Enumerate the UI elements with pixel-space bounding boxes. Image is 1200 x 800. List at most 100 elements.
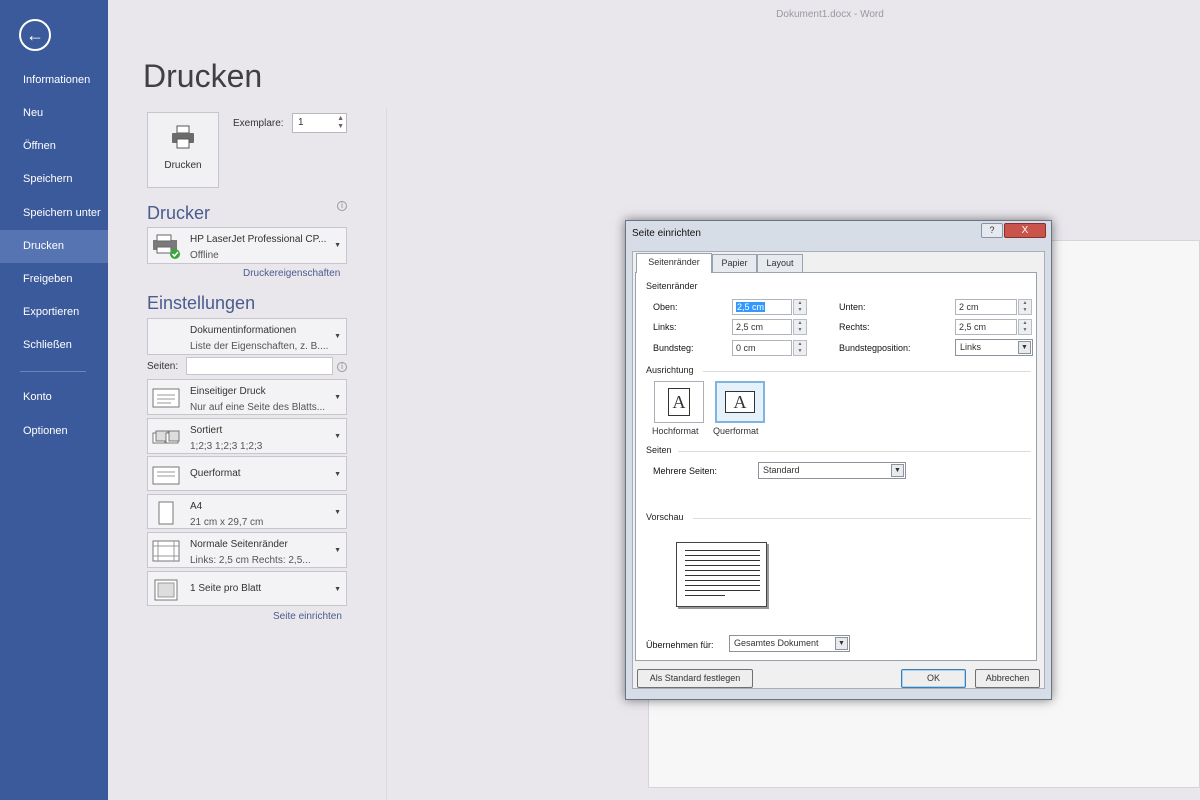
orientation-dropdown[interactable]: Querformat ▼ bbox=[147, 456, 347, 491]
landscape-icon bbox=[151, 463, 181, 487]
nav-item-exportieren[interactable]: Exportieren bbox=[0, 296, 108, 329]
bottom-margin-spinner[interactable]: ▲ ▼ bbox=[1018, 299, 1032, 315]
document-info-dropdown[interactable]: Dokumentinformationen Liste der Eigensch… bbox=[147, 318, 347, 355]
gutter-position-label: Bundstegposition: bbox=[839, 343, 911, 353]
left-margin-spinner[interactable]: ▲ ▼ bbox=[793, 319, 807, 335]
apply-to-value: Gesamtes Dokument bbox=[734, 638, 819, 648]
dropdown-title: Normale Seitenränder bbox=[190, 539, 288, 550]
nav-item-speichern[interactable]: Speichern bbox=[0, 163, 108, 196]
dropdown-arrow-icon: ▼ bbox=[1018, 341, 1031, 354]
page-title: Drucken bbox=[143, 58, 263, 94]
copies-stepper[interactable]: 1 ▲ ▼ bbox=[292, 113, 347, 133]
paper-size-dropdown[interactable]: A4 21 cm x 29,7 cm ▼ bbox=[147, 494, 347, 529]
preview-line bbox=[685, 560, 760, 561]
pages-group-label: Seiten bbox=[646, 445, 672, 455]
tab-papier[interactable]: Papier bbox=[712, 254, 757, 273]
printer-icon bbox=[170, 125, 196, 154]
back-arrow-icon[interactable]: ← bbox=[19, 19, 51, 51]
left-margin-field[interactable]: 2,5 cm bbox=[732, 319, 792, 335]
duplex-dropdown[interactable]: Einseitiger Druck Nur auf eine Seite des… bbox=[147, 379, 347, 415]
page-setup-dialog: Seite einrichten ? X Seitenränder Papier… bbox=[625, 220, 1052, 700]
info-icon[interactable]: i bbox=[337, 201, 347, 211]
top-margin-field[interactable]: 2,5 cm bbox=[732, 299, 792, 315]
nav-item-speichern-unter[interactable]: Speichern unter bbox=[0, 197, 108, 230]
landscape-label: Querformat bbox=[713, 426, 759, 436]
dropdown-title: 1 Seite pro Blatt bbox=[190, 583, 262, 594]
left-margin-label: Links: bbox=[653, 322, 677, 332]
printer-dropdown[interactable]: HP LaserJet Professional CP... Offline ▼ bbox=[147, 227, 347, 264]
nav-item-konto[interactable]: Konto bbox=[0, 381, 108, 414]
dropdown-arrow-icon: ▼ bbox=[334, 433, 341, 440]
portrait-label: Hochformat bbox=[652, 426, 699, 436]
panel-divider bbox=[386, 108, 387, 800]
gutter-position-value: Links bbox=[960, 342, 982, 352]
dropdown-title: A4 bbox=[190, 501, 203, 512]
nav-item-schliessen[interactable]: Schließen bbox=[0, 329, 108, 362]
portrait-option[interactable]: A bbox=[654, 381, 704, 423]
apply-to-select[interactable]: Gesamtes Dokument ▼ bbox=[729, 635, 850, 652]
set-default-button[interactable]: Als Standard festlegen bbox=[637, 669, 753, 688]
margins-group-label: Seitenränder bbox=[646, 281, 698, 291]
top-margin-value: 2,5 cm bbox=[736, 302, 766, 312]
gutter-field[interactable]: 0 cm bbox=[732, 340, 792, 356]
dropdown-title: Sortiert bbox=[190, 425, 223, 436]
dropdown-subtitle: 21 cm x 29,7 cm bbox=[190, 517, 264, 528]
bottom-margin-field[interactable]: 2 cm bbox=[955, 299, 1017, 315]
dropdown-arrow-icon: ▼ bbox=[835, 637, 848, 650]
dropdown-title: Einseitiger Druck bbox=[190, 386, 266, 397]
nav-item-freigeben[interactable]: Freigeben bbox=[0, 263, 108, 296]
dropdown-arrow-icon: ▼ bbox=[891, 464, 904, 477]
preview-line bbox=[685, 580, 760, 581]
multiple-pages-label: Mehrere Seiten: bbox=[653, 466, 718, 476]
page-setup-link[interactable]: Seite einrichten bbox=[273, 611, 342, 622]
collate-dropdown[interactable]: Sortiert 1;2;3 1;2;3 1;2;3 ▼ bbox=[147, 418, 347, 454]
landscape-icon: A bbox=[725, 391, 755, 413]
right-margin-spinner[interactable]: ▲ ▼ bbox=[1018, 319, 1032, 335]
margins-dropdown[interactable]: Normale Seitenränder Links: 2,5 cm Recht… bbox=[147, 532, 347, 568]
portrait-page-icon bbox=[151, 501, 181, 525]
multiple-pages-select[interactable]: Standard ▼ bbox=[758, 462, 906, 479]
orientation-group-label: Ausrichtung bbox=[646, 365, 694, 375]
nav-item-drucken[interactable]: Drucken bbox=[0, 230, 108, 263]
backstage-sidebar: ← Informationen Neu Öffnen Speichern Spe… bbox=[0, 0, 108, 800]
dropdown-subtitle: Links: 2,5 cm Rechts: 2,5... bbox=[190, 555, 311, 566]
landscape-option[interactable]: A bbox=[715, 381, 765, 423]
printer-icon bbox=[151, 234, 181, 259]
close-button[interactable]: X bbox=[1004, 223, 1046, 238]
info-icon[interactable]: i bbox=[337, 362, 347, 372]
dropdown-title: Querformat bbox=[190, 468, 241, 479]
dropdown-arrow-icon: ▼ bbox=[334, 509, 341, 516]
nav-item-oeffnen[interactable]: Öffnen bbox=[0, 130, 108, 163]
dropdown-arrow-icon: ▼ bbox=[334, 394, 341, 401]
print-button-label: Drucken bbox=[164, 160, 202, 171]
pages-per-sheet-dropdown[interactable]: 1 Seite pro Blatt ▼ bbox=[147, 571, 347, 606]
nav-item-optionen[interactable]: Optionen bbox=[0, 415, 108, 448]
top-margin-spinner[interactable]: ▲ ▼ bbox=[793, 299, 807, 315]
nav-item-neu[interactable]: Neu bbox=[0, 97, 108, 130]
settings-section-title: Einstellungen bbox=[147, 293, 256, 313]
window-title: Dokument1.docx - Word bbox=[776, 9, 884, 20]
gutter-position-select[interactable]: Links ▼ bbox=[955, 339, 1033, 356]
dialog-title: Seite einrichten bbox=[632, 228, 701, 239]
dropdown-title: Dokumentinformationen bbox=[190, 325, 297, 336]
print-button[interactable]: Drucken bbox=[147, 112, 219, 188]
cancel-button[interactable]: Abbrechen bbox=[975, 669, 1040, 688]
help-button[interactable]: ? bbox=[981, 223, 1003, 238]
preview-line bbox=[685, 555, 760, 556]
dropdown-subtitle: 1;2;3 1;2;3 1;2;3 bbox=[190, 441, 263, 452]
dropdown-subtitle: Liste der Eigenschaften, z. B.... bbox=[190, 341, 329, 352]
printer-properties-link[interactable]: Druckereigenschaften bbox=[243, 268, 340, 279]
dropdown-arrow-icon: ▼ bbox=[334, 242, 341, 249]
tab-layout[interactable]: Layout bbox=[757, 254, 803, 273]
tab-seitenraender[interactable]: Seitenränder bbox=[636, 253, 712, 273]
nav-item-informationen[interactable]: Informationen bbox=[0, 64, 108, 97]
right-margin-field[interactable]: 2,5 cm bbox=[955, 319, 1017, 335]
ok-button[interactable]: OK bbox=[901, 669, 966, 688]
dropdown-arrow-icon: ▼ bbox=[334, 471, 341, 478]
gutter-spinner[interactable]: ▲ ▼ bbox=[793, 340, 807, 356]
dropdown-arrow-icon: ▼ bbox=[334, 547, 341, 554]
portrait-icon: A bbox=[668, 388, 690, 416]
preview-line bbox=[685, 595, 725, 596]
pages-input[interactable] bbox=[186, 357, 333, 375]
spin-arrows-icon[interactable]: ▲ ▼ bbox=[337, 115, 344, 131]
